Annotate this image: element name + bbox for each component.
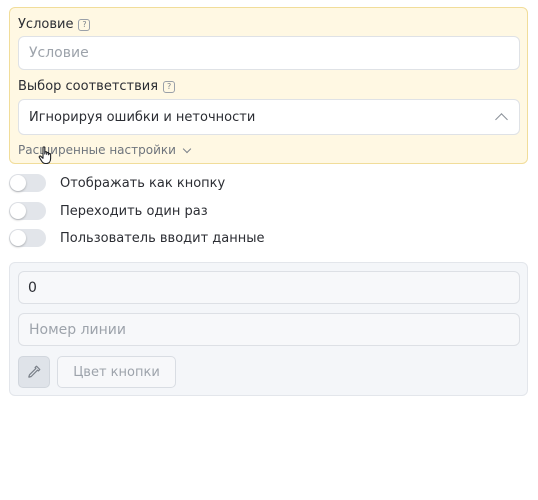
button-settings-card: Цвет кнопки (9, 262, 528, 396)
toggle-go-once[interactable]: Переходить один раз (9, 202, 208, 220)
condition-label: Условие (18, 17, 74, 32)
condition-input[interactable] (18, 36, 520, 70)
match-label: Выбор соответствия (18, 79, 159, 94)
condition-label-row: Условие ? (18, 17, 91, 32)
help-icon[interactable]: ? (78, 18, 91, 31)
number-input[interactable] (18, 271, 520, 304)
hand-cursor-icon (38, 146, 52, 165)
toggle-switch[interactable] (9, 174, 46, 192)
toggle-knob (10, 203, 26, 219)
chevron-down-icon (182, 144, 192, 153)
eyedropper-icon (28, 365, 41, 378)
toggle-show-as-button[interactable]: Отображать как кнопку (9, 174, 225, 192)
match-select[interactable]: Игнорируя ошибки и неточности (18, 99, 520, 135)
color-picker-button[interactable] (18, 356, 50, 388)
chevron-up-icon (495, 112, 508, 126)
help-icon[interactable]: ? (163, 80, 176, 93)
toggle-knob (10, 230, 26, 246)
toggle-label: Переходить один раз (60, 203, 208, 219)
toggle-label: Пользователь вводит данные (60, 230, 265, 246)
button-color-button[interactable]: Цвет кнопки (57, 356, 176, 388)
toggle-knob (10, 175, 26, 191)
match-label-row: Выбор соответствия ? (18, 79, 176, 94)
toggle-switch[interactable] (9, 202, 46, 220)
toggle-user-input[interactable]: Пользователь вводит данные (9, 229, 265, 247)
condition-card: Условие ? Выбор соответствия ? Игнорируя… (9, 7, 528, 165)
line-number-input[interactable] (18, 313, 520, 346)
root: Условие ? Выбор соответствия ? Игнорируя… (0, 0, 538, 500)
toggle-switch[interactable] (9, 229, 46, 247)
match-select-value: Игнорируя ошибки и неточности (29, 109, 256, 125)
toggle-label: Отображать как кнопку (60, 175, 226, 191)
